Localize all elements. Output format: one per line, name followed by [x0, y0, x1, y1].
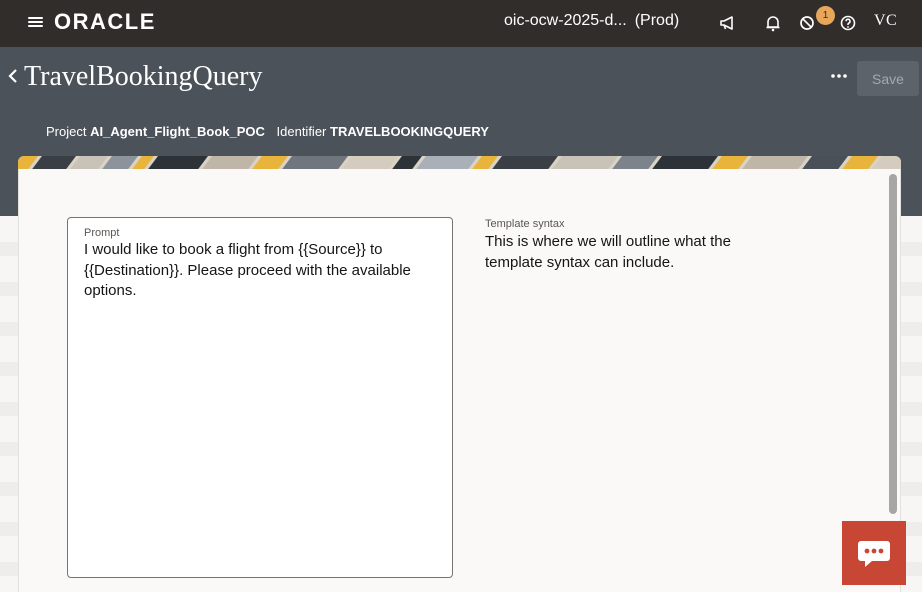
menu-icon[interactable]	[28, 15, 44, 29]
prompt-editor-card: Prompt I would like to book a flight fro…	[18, 169, 901, 592]
template-syntax-label: Template syntax	[485, 218, 565, 230]
user-avatar[interactable]: VC	[874, 12, 897, 30]
bell-icon[interactable]	[763, 13, 783, 33]
top-bar: ORACLE oic-ocw-2025-d... (Prod) 1 VC	[0, 0, 922, 47]
template-syntax-text: This is where we will outline what the t…	[485, 233, 731, 271]
chat-button[interactable]	[842, 521, 906, 585]
page-title: TravelBookingQuery	[24, 61, 263, 92]
svg-text:ORACLE: ORACLE	[54, 9, 156, 34]
prompt-textarea[interactable]: Prompt I would like to book a flight fro…	[67, 217, 453, 578]
more-options-icon[interactable]	[830, 70, 848, 82]
blocked-icon[interactable]	[797, 13, 817, 33]
vertical-scrollbar[interactable]	[889, 174, 897, 514]
back-chevron-icon[interactable]	[7, 66, 19, 86]
prompt-label: Prompt	[84, 227, 120, 239]
oracle-logo[interactable]: ORACLE	[54, 9, 184, 35]
instance-name: oic-ocw-2025-d...	[504, 12, 627, 29]
help-icon[interactable]	[838, 13, 858, 33]
prompt-text[interactable]: I would like to book a flight from {{Sou…	[84, 240, 440, 302]
identifier-value: TRAVELBOOKINGQUERY	[330, 124, 489, 139]
megaphone-icon[interactable]	[718, 13, 738, 33]
notification-badge: 1	[816, 6, 835, 25]
project-label: Project	[46, 124, 87, 139]
project-value: AI_Agent_Flight_Book_POC	[90, 124, 265, 139]
save-button[interactable]: Save	[857, 61, 919, 96]
environment-selector[interactable]: oic-ocw-2025-d... (Prod)	[504, 12, 679, 30]
environment-label: (Prod)	[634, 12, 680, 29]
chat-bubble-icon	[858, 541, 890, 567]
identifier-label: Identifier	[276, 124, 327, 139]
project-metadata: Project AI_Agent_Flight_Book_POC Identif…	[46, 124, 489, 139]
